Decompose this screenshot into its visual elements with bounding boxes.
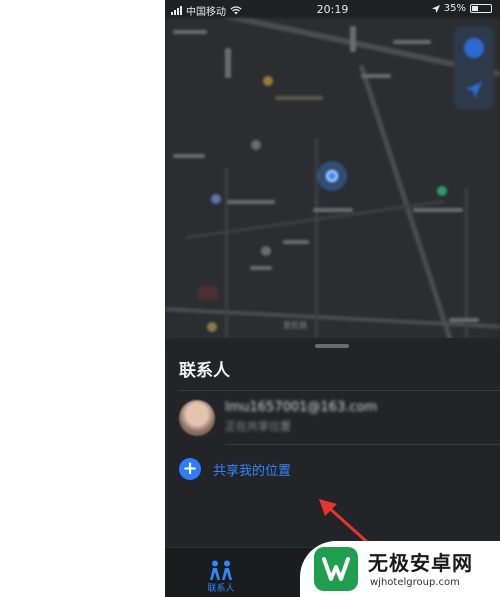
map-view[interactable]: 爱民路 (165, 18, 500, 340)
locate-me-icon[interactable] (464, 80, 484, 100)
map-label (449, 318, 479, 322)
poi-marker[interactable] (437, 186, 447, 196)
share-my-location-label: 共享我的位置 (213, 463, 292, 479)
battery-percent: 35% (443, 3, 466, 14)
location-arrow-icon (431, 4, 440, 13)
map-controls (454, 26, 494, 110)
annotation-arrow-icon (319, 499, 369, 544)
tab-people-label: 联系人 (207, 584, 235, 594)
map-label (227, 200, 275, 204)
watermark-logo-icon (314, 547, 358, 591)
divider (179, 390, 500, 391)
poi-marker (198, 286, 218, 300)
poi-marker[interactable] (211, 194, 221, 204)
phone-screen: 中国移动 20:19 35% 爱民路 联系人 lmu1657001@163.co… (165, 0, 500, 597)
contact-subtitle: 正在共享位置 (225, 420, 291, 433)
map-label (275, 96, 323, 100)
map-label (283, 240, 309, 244)
divider (225, 444, 500, 445)
map-label (361, 74, 391, 78)
contact-name: lmu1657001@163.com (225, 400, 378, 415)
sheet-title: 联系人 (179, 361, 230, 381)
battery-icon (470, 4, 492, 13)
map-road (165, 18, 500, 82)
map-label (225, 48, 231, 78)
share-my-location-button[interactable]: + 共享我的位置 (179, 450, 291, 488)
map-label (250, 266, 272, 270)
watermark: 无极安卓网 wjhotelgroup.com (300, 541, 500, 597)
sheet-grabber[interactable] (315, 344, 349, 348)
poi-marker[interactable] (251, 140, 261, 150)
map-label (173, 154, 205, 158)
street-label: 爱民路 (283, 321, 307, 330)
map-label (173, 30, 207, 34)
poi-marker[interactable] (207, 322, 217, 332)
poi-marker[interactable] (261, 246, 271, 256)
map-road (225, 168, 228, 338)
user-location-dot[interactable] (317, 161, 347, 191)
watermark-title: 无极安卓网 (368, 551, 473, 575)
map-label (413, 208, 463, 212)
map-label (350, 26, 356, 52)
map-road (465, 188, 468, 338)
status-bar: 中国移动 20:19 35% (165, 0, 500, 18)
people-icon (210, 560, 232, 580)
watermark-url: wjhotelgroup.com (370, 577, 460, 588)
map-road (315, 138, 318, 338)
poi-marker[interactable] (263, 76, 273, 86)
map-label (393, 40, 431, 44)
plus-icon: + (179, 458, 201, 480)
map-info-icon[interactable] (464, 38, 484, 58)
tab-people[interactable]: 联系人 (201, 560, 241, 594)
avatar (179, 400, 215, 436)
map-label (313, 208, 353, 212)
